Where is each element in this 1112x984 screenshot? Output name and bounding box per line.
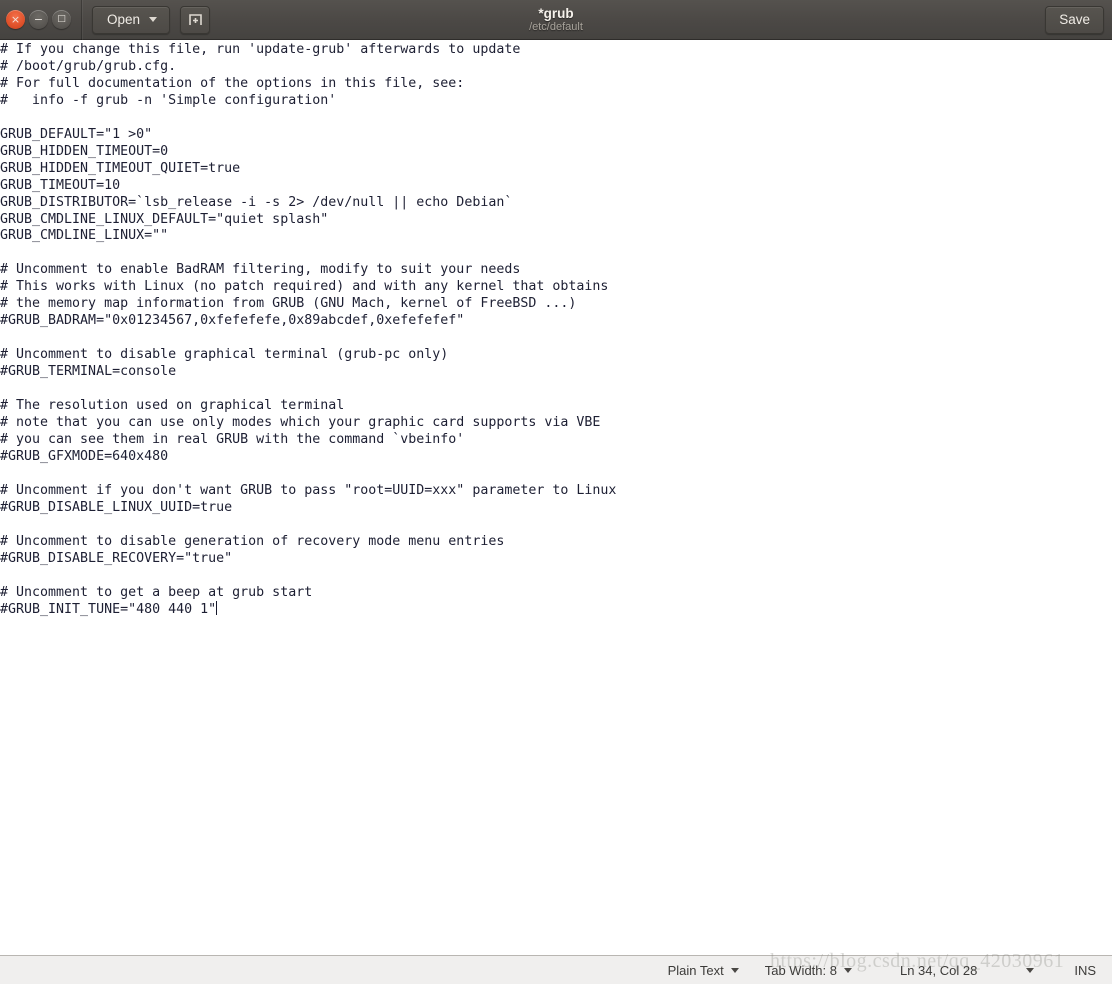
chevron-down-icon — [149, 17, 158, 22]
editor-text: # If you change this file, run 'update-g… — [0, 42, 617, 618]
cursor-position-selector[interactable]: Ln 34, Col 28 — [899, 962, 1035, 978]
editor-content[interactable]: # If you change this file, run 'update-g… — [0, 40, 1112, 619]
new-document-icon — [188, 14, 202, 25]
new-document-button[interactable] — [180, 5, 210, 34]
insert-mode-indicator: INS — [1074, 963, 1096, 978]
maximize-icon: □ — [57, 14, 66, 24]
language-selector[interactable]: Plain Text — [668, 963, 739, 978]
open-button-label: Open — [106, 12, 141, 27]
maximize-window-button[interactable]: □ — [52, 10, 71, 29]
save-button-label: Save — [1059, 12, 1090, 27]
language-label: Plain Text — [667, 962, 724, 978]
window-subtitle-path: /etc/default — [529, 20, 583, 33]
chevron-down-icon — [843, 967, 852, 973]
close-icon: × — [10, 13, 21, 26]
chevron-down-icon — [730, 967, 739, 973]
gedit-window: × − □ Open *grub /etc/default Save # If … — [0, 0, 1112, 984]
text-editor-area[interactable]: # If you change this file, run 'update-g… — [0, 40, 1112, 955]
window-controls: × − □ — [6, 10, 71, 29]
statusbar: Plain Text Tab Width: 8 Ln 34, Col 28 IN… — [0, 955, 1112, 984]
titlebar: × − □ Open *grub /etc/default Save — [0, 0, 1112, 40]
open-file-button[interactable]: Open — [92, 5, 170, 34]
minimize-window-button[interactable]: − — [29, 10, 48, 29]
tab-width-label: Tab Width: 8 — [764, 962, 837, 978]
tab-width-selector[interactable]: Tab Width: 8 — [765, 963, 852, 978]
titlebar-right-group: Save — [1045, 5, 1104, 34]
minimize-icon: − — [33, 13, 44, 26]
insert-mode-label: INS — [1074, 962, 1096, 978]
window-title: *grub — [538, 5, 574, 21]
cursor-position-label: Ln 34, Col 28 — [899, 962, 978, 978]
save-button[interactable]: Save — [1045, 5, 1104, 34]
text-cursor — [215, 601, 217, 616]
close-window-button[interactable]: × — [6, 10, 25, 29]
toolbar-divider — [81, 0, 82, 40]
chevron-down-icon — [1026, 967, 1035, 973]
